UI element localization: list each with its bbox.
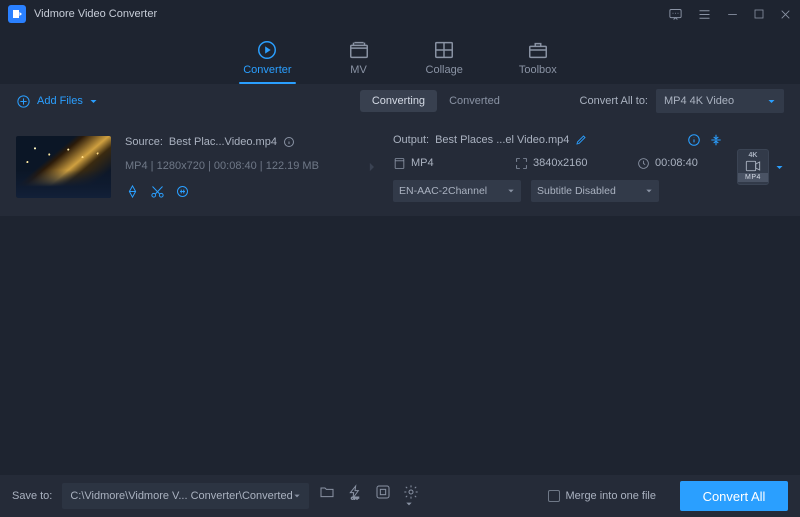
chevron-down-icon	[507, 187, 515, 195]
feedback-icon[interactable]	[668, 7, 683, 22]
chevron-down-icon	[293, 492, 301, 500]
mv-icon	[348, 40, 370, 60]
open-folder-icon[interactable]	[319, 484, 335, 508]
add-files-button[interactable]: Add Files	[16, 94, 98, 109]
titlebar: Vidmore Video Converter	[0, 0, 800, 28]
window-controls	[668, 7, 792, 22]
svg-text:OFF: OFF	[351, 495, 360, 500]
add-files-label: Add Files	[37, 95, 83, 107]
maximize-icon[interactable]	[753, 8, 765, 20]
close-icon[interactable]	[779, 8, 792, 21]
tab-collage[interactable]: Collage	[426, 40, 463, 82]
chevron-down-icon	[405, 500, 413, 508]
video-thumbnail[interactable]	[16, 136, 111, 198]
output-resolution-chip: 3840x2160	[515, 157, 601, 170]
format-select[interactable]: MP4 4K Video	[656, 89, 784, 113]
tab-label: MV	[350, 64, 367, 76]
minimize-icon[interactable]	[726, 8, 739, 21]
source-tools	[125, 184, 345, 199]
toolbox-icon	[527, 40, 549, 60]
status-segment: Converting Converted	[360, 90, 512, 112]
chevron-down-icon	[775, 163, 784, 172]
main-tabs: Converter MV Collage Toolbox	[0, 28, 800, 84]
convert-all-button[interactable]: Convert All	[680, 481, 788, 511]
enhance-icon[interactable]	[175, 184, 190, 199]
checkbox-icon	[548, 490, 560, 502]
hw-accel-icon[interactable]: OFF	[347, 484, 363, 508]
save-path-select[interactable]: C:\Vidmore\Vidmore V... Converter\Conver…	[62, 483, 308, 509]
chevron-down-icon	[767, 97, 776, 106]
clock-icon	[637, 157, 650, 170]
save-to-label: Save to:	[12, 490, 52, 502]
info-icon[interactable]	[283, 136, 295, 148]
toolbar: Add Files Converting Converted Convert A…	[0, 84, 800, 118]
tab-toolbox[interactable]: Toolbox	[519, 40, 557, 82]
tab-label: Toolbox	[519, 64, 557, 76]
app-logo	[8, 5, 26, 23]
task-icon[interactable]	[375, 484, 391, 508]
output-container-chip: MP4	[393, 157, 479, 170]
trim-icon[interactable]	[125, 184, 140, 199]
tab-mv[interactable]: MV	[348, 40, 370, 82]
collage-icon	[433, 40, 455, 60]
output-name: Best Places ...el Video.mp4	[435, 134, 569, 146]
convert-all-format: Convert All to: MP4 4K Video	[580, 89, 784, 113]
output-label: Output:	[393, 134, 429, 146]
arrow-icon	[359, 157, 379, 177]
menu-icon[interactable]	[697, 7, 712, 22]
footer-tools: OFF	[319, 484, 419, 508]
settings-icon[interactable]	[403, 484, 419, 508]
chevron-down-icon	[645, 187, 653, 195]
info-icon[interactable]	[687, 133, 701, 147]
output-format-button[interactable]: 4K MP4	[737, 149, 784, 185]
source-name: Best Plac...Video.mp4	[169, 136, 277, 148]
compress-icon[interactable]	[709, 133, 723, 147]
tab-label: Collage	[426, 64, 463, 76]
footer: Save to: C:\Vidmore\Vidmore V... Convert…	[0, 475, 800, 517]
app-title: Vidmore Video Converter	[34, 8, 157, 20]
file-item: Source: Best Plac...Video.mp4 MP4 | 1280…	[0, 118, 800, 216]
tab-label: Converter	[243, 64, 291, 76]
output-column: Output: Best Places ...el Video.mp4 MP4 …	[393, 133, 723, 202]
output-duration-chip: 00:08:40	[637, 157, 723, 170]
source-label: Source:	[125, 136, 163, 148]
merge-checkbox[interactable]: Merge into one file	[548, 490, 657, 502]
subtitle-select[interactable]: Subtitle Disabled	[531, 180, 659, 202]
video-icon	[745, 160, 761, 172]
format-thumb: 4K MP4	[737, 149, 769, 185]
cut-icon[interactable]	[150, 184, 165, 199]
edit-icon[interactable]	[575, 134, 587, 146]
chevron-down-icon	[89, 97, 98, 106]
convert-all-label: Convert All to:	[580, 95, 648, 107]
seg-converted[interactable]: Converted	[437, 90, 512, 112]
file-icon	[393, 157, 406, 170]
converter-icon	[256, 40, 278, 60]
source-column: Source: Best Plac...Video.mp4 MP4 | 1280…	[125, 136, 345, 199]
seg-converting[interactable]: Converting	[360, 90, 437, 112]
format-select-value: MP4 4K Video	[664, 95, 734, 107]
expand-icon	[515, 157, 528, 170]
tab-converter[interactable]: Converter	[243, 40, 291, 82]
source-meta: MP4 | 1280x720 | 00:08:40 | 122.19 MB	[125, 160, 345, 172]
audio-select[interactable]: EN-AAC-2Channel	[393, 180, 521, 202]
